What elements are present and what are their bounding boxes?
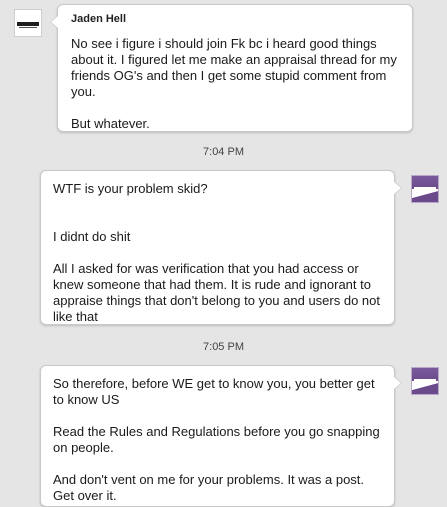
sender-name: Jaden Hell — [71, 13, 127, 25]
avatar-logo-icon — [17, 22, 39, 26]
message-bubble-outgoing: WTF is your problem skid? I didnt do shi… — [40, 170, 402, 325]
message-bubble-incoming: Jaden Hell No see i figure i should join… — [50, 4, 413, 132]
message-text: And don't vent on me for your problems. … — [53, 472, 365, 503]
timestamp: 7:04 PM — [203, 146, 244, 158]
avatar-logo-underline — [19, 27, 37, 28]
message-text: I didnt do shit — [53, 229, 131, 244]
my-avatar[interactable] — [411, 367, 439, 395]
my-avatar[interactable] — [411, 175, 439, 203]
message-text: No see i figure i should join Fk bc i he… — [71, 36, 397, 99]
message-text: WTF is your problem skid? — [53, 181, 208, 196]
message-bubble-outgoing: So therefore, before WE get to know you,… — [40, 365, 402, 507]
message-text: Read the Rules and Regulations before yo… — [53, 424, 380, 455]
message-text: So therefore, before WE get to know you,… — [53, 376, 375, 407]
avatar-shape — [412, 189, 438, 202]
sender-avatar[interactable] — [14, 9, 42, 37]
timestamp: 7:05 PM — [203, 341, 244, 353]
message-text: But whatever. — [71, 116, 150, 131]
avatar-shape — [412, 381, 438, 394]
message-text: All I asked for was verification that yo… — [53, 261, 380, 324]
